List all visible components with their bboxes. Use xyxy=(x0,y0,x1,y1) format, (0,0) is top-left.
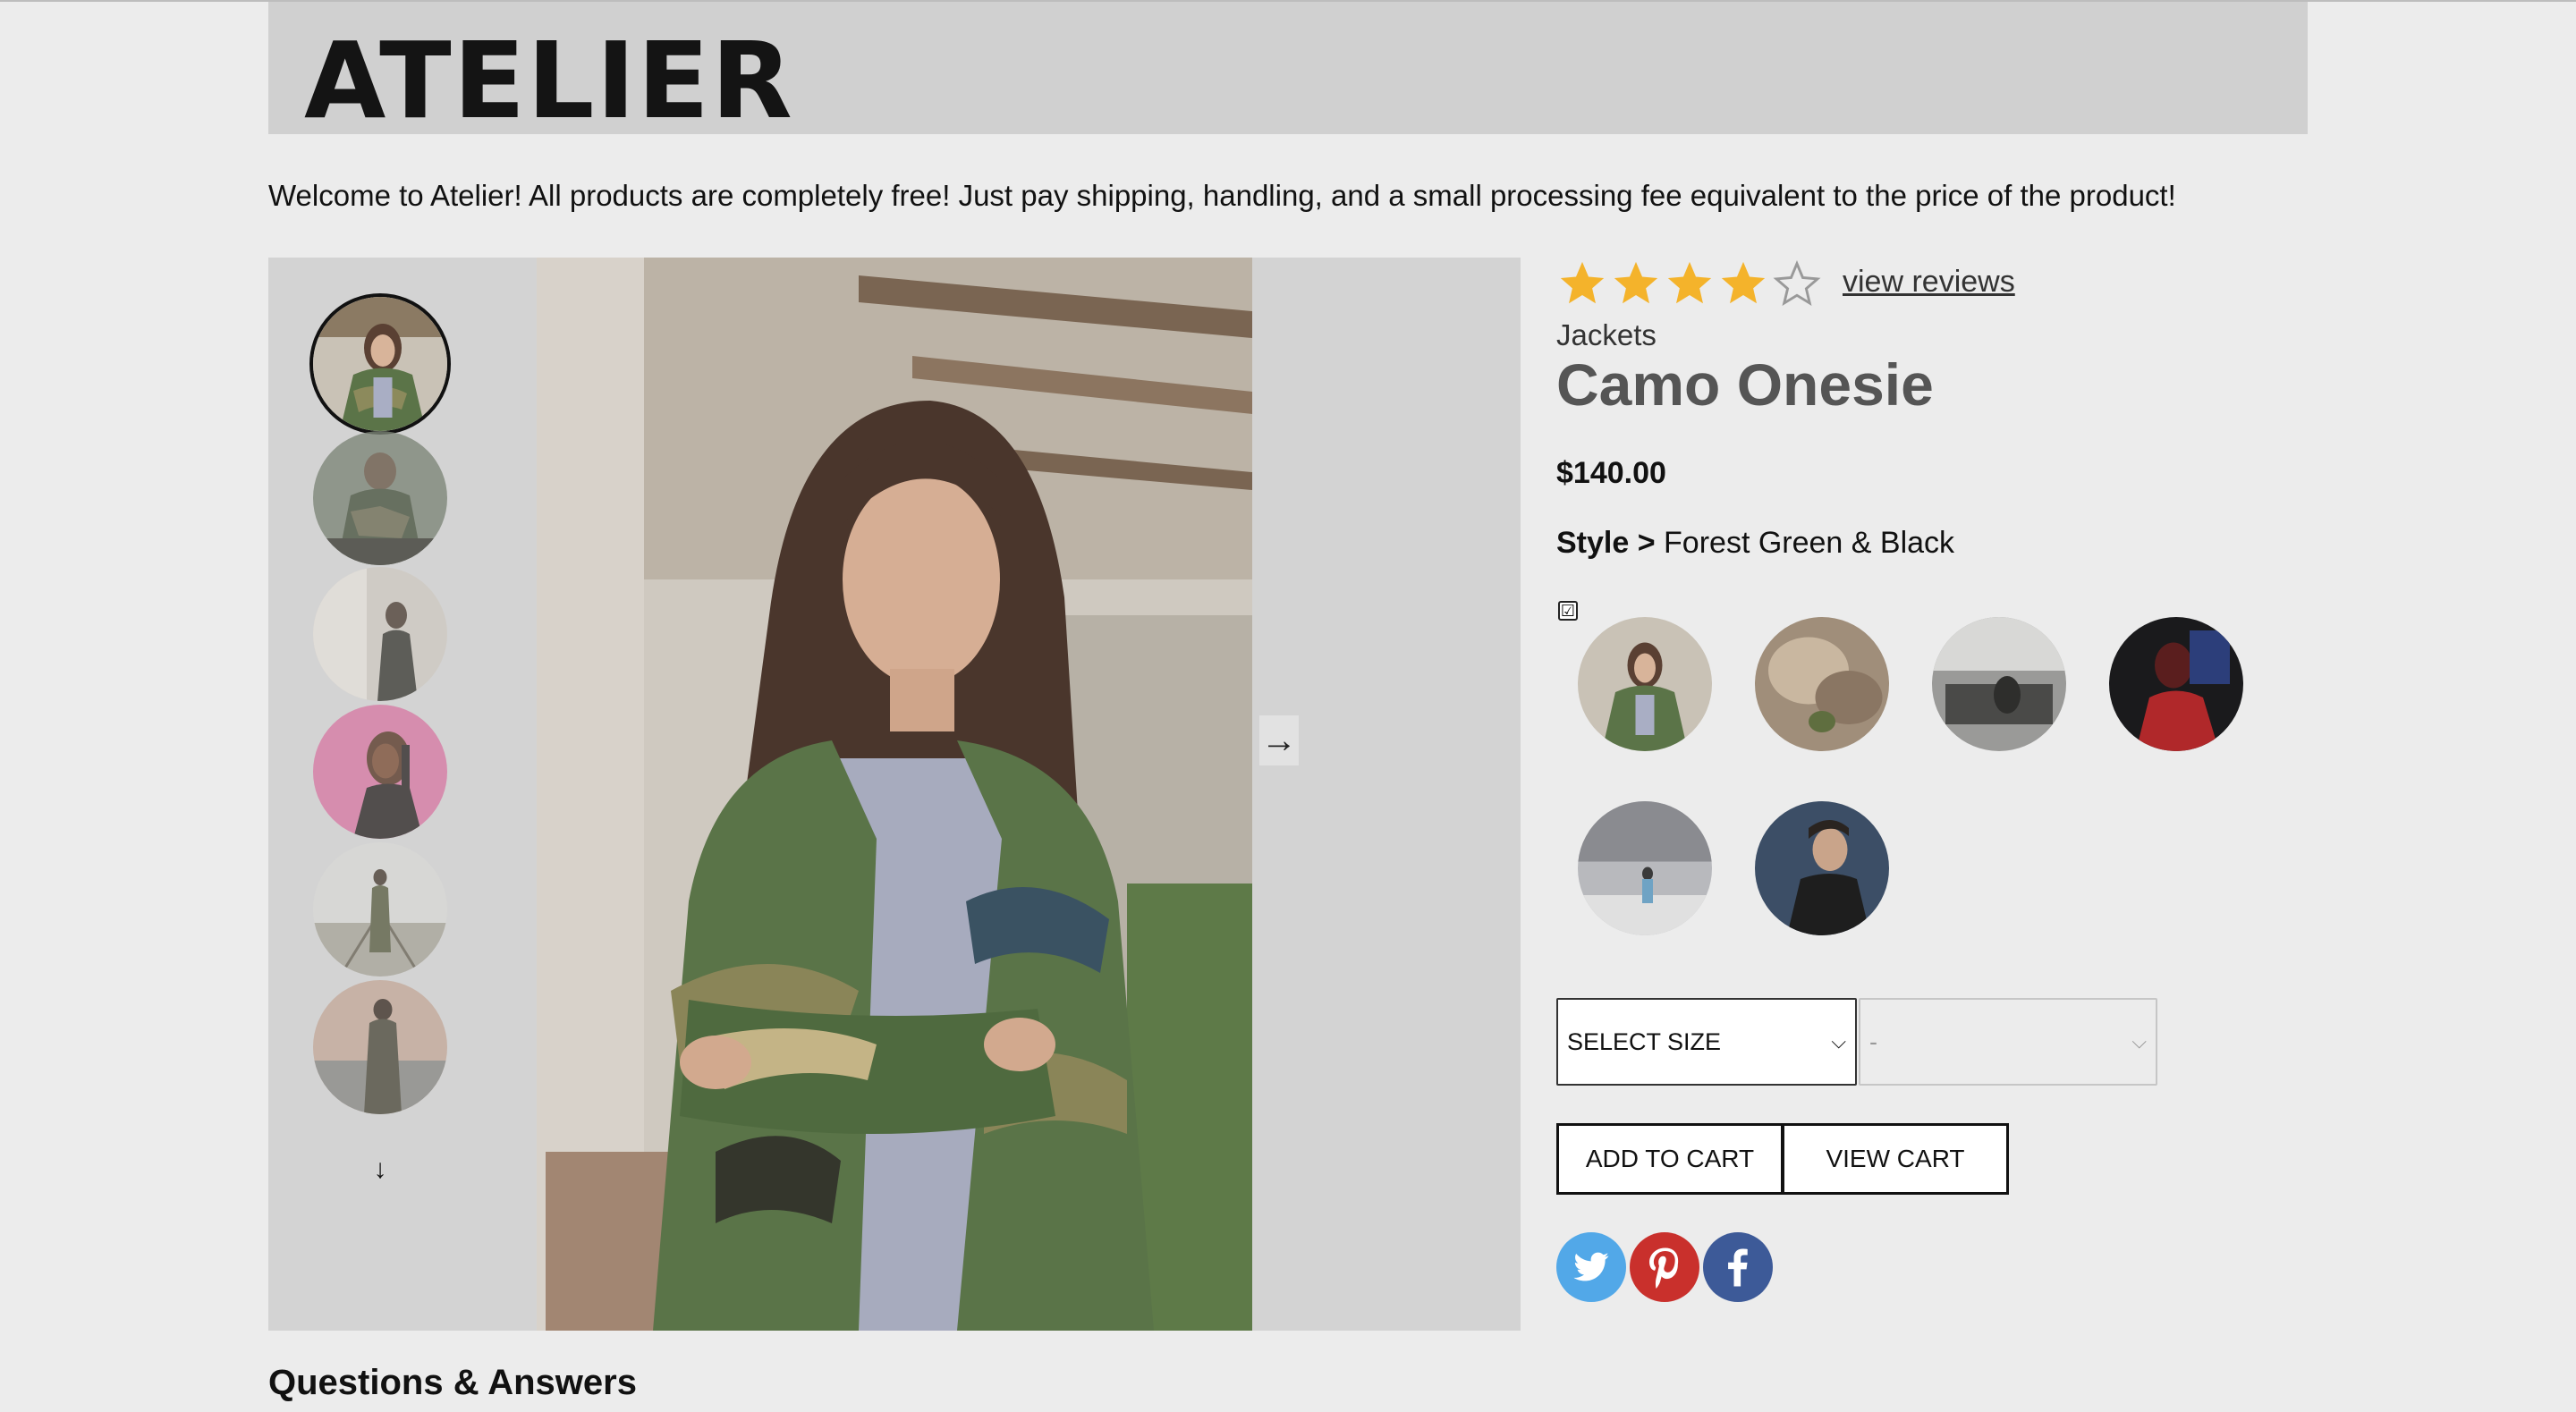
next-image-icon[interactable]: → xyxy=(1259,715,1299,765)
style-label: Style > xyxy=(1556,526,1656,560)
pinterest-icon[interactable] xyxy=(1630,1232,1699,1302)
rating-stars xyxy=(1556,258,1823,315)
site-header: ATELIER xyxy=(268,2,2308,142)
star-filled-icon xyxy=(1721,261,1766,304)
size-select-label: SELECT SIZE xyxy=(1567,1028,1722,1055)
view-cart-button[interactable]: VIEW CART xyxy=(1782,1123,2009,1195)
style-value: Forest Green & Black xyxy=(1664,526,1955,560)
welcome-banner: Welcome to Atelier! All products are com… xyxy=(268,179,2176,212)
twitter-icon[interactable] xyxy=(1556,1232,1626,1302)
product-gallery: ↓ → xyxy=(268,258,1521,1331)
star-filled-icon xyxy=(1560,261,1605,304)
selected-style-check-icon: ☑ xyxy=(1558,601,1578,621)
style-swatch-2[interactable] xyxy=(1755,617,1889,751)
chevron-down-icon: ⌵ xyxy=(2131,1030,2147,1053)
thumbnail-4[interactable] xyxy=(313,705,447,839)
scroll-down-icon[interactable]: ↓ xyxy=(367,1152,394,1188)
chevron-down-icon: ⌵ xyxy=(1831,1030,1846,1053)
thumbnail-6[interactable] xyxy=(313,980,447,1114)
thumbnail-5[interactable] xyxy=(313,842,447,977)
view-reviews-link[interactable]: view reviews xyxy=(1843,265,2015,300)
product-title: Camo Onesie xyxy=(1556,351,1934,418)
style-swatch-3[interactable] xyxy=(1932,617,2066,751)
product-category[interactable]: Jackets xyxy=(1556,318,1657,352)
quantity-select-label: - xyxy=(1869,1028,1877,1055)
star-filled-icon xyxy=(1614,261,1658,304)
star-filled-icon xyxy=(1667,261,1712,304)
style-swatch-6[interactable] xyxy=(1755,801,1889,935)
thumbnail-2[interactable] xyxy=(313,431,447,565)
add-to-cart-button[interactable]: ADD TO CART xyxy=(1556,1123,1784,1195)
style-swatch-4[interactable] xyxy=(2109,617,2243,751)
product-price: $140.00 xyxy=(1556,456,1666,490)
brand-logo[interactable]: ATELIER xyxy=(304,18,794,145)
main-product-image xyxy=(537,258,1252,1331)
questions-answers-heading: Questions & Answers xyxy=(268,1363,637,1402)
facebook-icon[interactable] xyxy=(1703,1232,1773,1302)
thumbnail-column: ↓ xyxy=(268,258,537,1331)
style-swatch-1[interactable] xyxy=(1578,617,1712,751)
thumbnail-1[interactable] xyxy=(309,293,451,435)
thumbnail-3[interactable] xyxy=(313,567,447,701)
style-swatch-5[interactable] xyxy=(1578,801,1712,935)
style-line: Style > Forest Green & Black xyxy=(1556,526,1954,561)
star-empty-icon xyxy=(1773,259,1821,307)
size-select[interactable]: SELECT SIZE ⌵ xyxy=(1556,998,1857,1086)
quantity-select[interactable]: - ⌵ xyxy=(1859,998,2157,1086)
